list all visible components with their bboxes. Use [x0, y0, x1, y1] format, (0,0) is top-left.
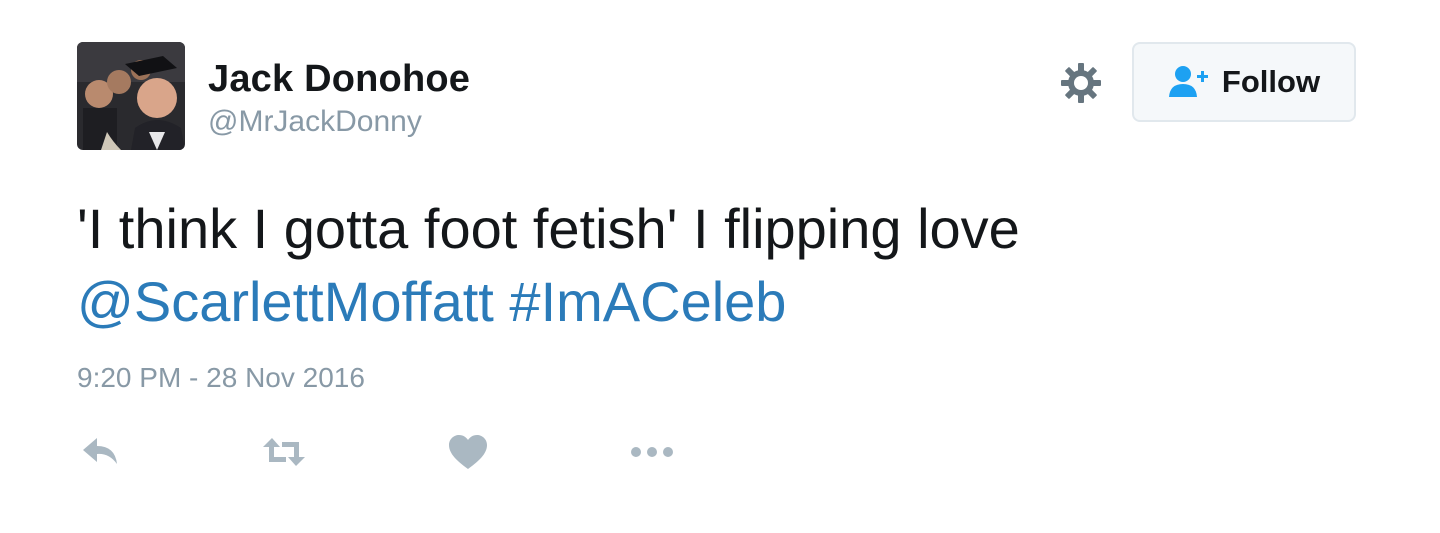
add-user-icon — [1168, 66, 1208, 97]
mention-link[interactable]: @ScarlettMoffatt — [77, 270, 494, 333]
avatar[interactable] — [77, 42, 185, 150]
like-button[interactable] — [444, 428, 492, 476]
timestamp[interactable]: 9:20 PM - 28 Nov 2016 — [77, 362, 365, 394]
tweet-text: 'I think I gotta foot fetish' I flipping… — [77, 192, 1377, 338]
tweet-text-line-2: @ScarlettMoffatt #ImACeleb — [77, 265, 1377, 338]
gear-icon[interactable] — [1060, 62, 1102, 104]
retweet-button[interactable] — [260, 428, 308, 476]
author-name[interactable]: Jack Donohoe — [208, 58, 470, 101]
more-button[interactable] — [628, 428, 676, 476]
avatar-image — [77, 42, 185, 150]
retweet-icon — [263, 438, 305, 466]
hashtag-link[interactable]: #ImACeleb — [509, 270, 786, 333]
follow-button[interactable]: Follow — [1132, 42, 1356, 122]
author-handle[interactable]: @MrJackDonny — [208, 105, 422, 139]
follow-label: Follow — [1221, 64, 1321, 99]
more-icon — [631, 447, 673, 457]
reply-button[interactable] — [77, 428, 125, 476]
tweet-text-line: 'I think I gotta foot fetish' I flipping… — [77, 197, 1020, 260]
heart-icon — [449, 435, 487, 469]
tweet-card: Jack Donohoe @MrJackDonny Follow 'I thin… — [0, 0, 1440, 533]
reply-icon — [83, 438, 117, 464]
